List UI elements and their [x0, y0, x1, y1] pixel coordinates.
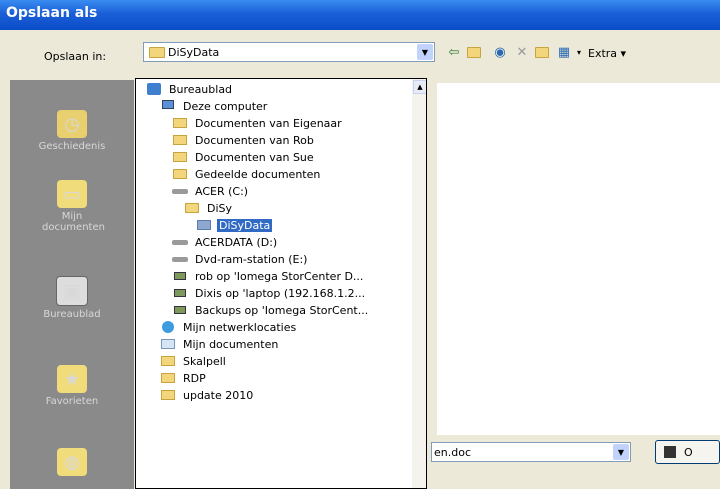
place-history[interactable]: ◷ Geschiedenis	[10, 110, 134, 152]
up-folder-icon[interactable]	[466, 44, 482, 60]
my-documents-icon: ▭	[57, 180, 87, 208]
item-label: Dixis op 'laptop (192.168.1.2...	[195, 286, 366, 300]
new-folder-icon[interactable]	[534, 44, 550, 60]
list-item[interactable]: Skalpell	[160, 353, 228, 369]
my-documents-icon	[160, 337, 176, 351]
place-network[interactable]: ◍	[10, 448, 134, 479]
item-label: Documenten van Eigenaar	[195, 116, 342, 130]
item-label: ACER (C:)	[195, 184, 249, 198]
folder-icon	[160, 388, 176, 402]
list-item[interactable]: Mijn netwerklocaties	[160, 319, 298, 335]
folder-icon	[196, 218, 212, 232]
extra-menu-label: Extra	[588, 47, 618, 60]
folder-icon	[172, 150, 188, 164]
chevron-down-icon[interactable]: ▼	[613, 444, 629, 460]
list-item[interactable]: Mijn documenten	[160, 336, 280, 352]
save-button[interactable]: O	[655, 440, 720, 464]
folder-icon	[160, 354, 176, 368]
history-icon: ◷	[57, 110, 87, 138]
item-label: update 2010	[183, 388, 254, 402]
back-icon[interactable]: ⇦	[446, 44, 462, 60]
filename-value: en.doc	[434, 446, 471, 459]
list-item[interactable]: ACER (C:)	[172, 183, 250, 199]
list-item[interactable]: Bureaublad	[146, 81, 234, 97]
network-places-icon	[160, 320, 176, 334]
item-label: Gedeelde documenten	[195, 167, 321, 181]
item-label: Mijn documenten	[183, 337, 279, 351]
floppy-disk-icon	[664, 446, 676, 458]
item-label: DiSy	[207, 201, 233, 215]
computer-icon	[160, 99, 176, 113]
list-item[interactable]: ACERDATA (D:)	[172, 234, 279, 250]
place-my-documents[interactable]: ▭ Mijn documenten	[10, 180, 134, 233]
desktop-icon	[146, 82, 162, 96]
item-label: Documenten van Rob	[195, 133, 314, 147]
places-bar: ◷ Geschiedenis ▭ Mijn documenten ▣ Burea…	[10, 80, 134, 489]
item-label: Documenten van Sue	[195, 150, 314, 164]
chevron-down-icon[interactable]: ▼	[417, 44, 433, 60]
place-favorites[interactable]: ★ Favorieten	[10, 365, 134, 407]
drive-icon	[172, 235, 188, 249]
delete-icon[interactable]: ✕	[514, 44, 530, 60]
list-item[interactable]: Gedeelde documenten	[172, 166, 322, 182]
place-label: Bureaublad	[43, 309, 101, 320]
save-button-label: O	[684, 446, 693, 459]
list-item[interactable]: Documenten van Sue	[172, 149, 316, 165]
item-label: Backups op 'Iomega StorCent...	[195, 303, 369, 317]
views-icon[interactable]: ▦	[556, 44, 572, 60]
views-dropdown-icon[interactable]: ▾	[571, 44, 587, 60]
item-label: rob op 'Iomega StorCenter D...	[195, 269, 364, 283]
save-in-combobox[interactable]: DiSyData ▼	[143, 42, 435, 62]
list-item[interactable]: Documenten van Eigenaar	[172, 115, 344, 131]
item-label: Skalpell	[183, 354, 226, 368]
list-item[interactable]: RDP	[160, 370, 208, 386]
search-web-icon[interactable]: ◉	[492, 44, 508, 60]
folder-icon	[184, 201, 200, 215]
item-label: Bureaublad	[169, 82, 233, 96]
place-label: Geschiedenis	[38, 141, 106, 152]
window-title: Opslaan als	[6, 5, 98, 21]
folder-icon	[172, 133, 188, 147]
desktop-icon: ▣	[56, 276, 88, 306]
place-desktop[interactable]: ▣ Bureaublad	[10, 276, 134, 320]
dropdown-scrollbar[interactable]: ▲	[412, 79, 426, 488]
item-label: Dvd-ram-station (E:)	[195, 252, 308, 266]
item-label: ACERDATA (D:)	[195, 235, 278, 249]
item-label: Mijn netwerklocaties	[183, 320, 297, 334]
title-bar: Opslaan als	[0, 0, 720, 30]
list-item[interactable]: Dvd-ram-station (E:)	[172, 251, 309, 267]
file-list-pane[interactable]	[437, 83, 720, 435]
favorites-icon: ★	[57, 365, 87, 393]
list-item[interactable]: update 2010	[160, 387, 255, 403]
list-item[interactable]: Deze computer	[160, 98, 269, 114]
place-label: Favorieten	[45, 396, 99, 407]
item-label: RDP	[183, 371, 206, 385]
list-item[interactable]: Backups op 'Iomega StorCent...	[172, 302, 370, 318]
save-in-dropdown-list[interactable]: Bureaublad Deze computer Documenten van …	[135, 78, 427, 489]
place-label: Mijn documenten	[42, 211, 105, 233]
folder-icon	[172, 116, 188, 130]
list-item[interactable]: rob op 'Iomega StorCenter D...	[172, 268, 365, 284]
network-drive-icon	[172, 286, 188, 300]
list-item[interactable]: Documenten van Rob	[172, 132, 316, 148]
item-label: DiSyData	[217, 218, 273, 232]
filename-combobox[interactable]: en.doc ▼	[431, 442, 631, 462]
drive-icon	[172, 184, 188, 198]
list-item-selected[interactable]: DiSyData	[196, 217, 273, 233]
folder-icon	[160, 371, 176, 385]
folder-icon	[172, 167, 188, 181]
network-icon: ◍	[57, 448, 87, 476]
folder-icon	[149, 47, 165, 58]
dvd-drive-icon	[172, 252, 188, 266]
network-drive-icon	[172, 269, 188, 283]
list-item[interactable]: Dixis op 'laptop (192.168.1.2...	[172, 285, 367, 301]
list-item[interactable]: DiSy	[184, 200, 234, 216]
network-drive-icon	[172, 303, 188, 317]
toolbar: ⇦ ◉ ✕ ▦ ▾ Extra ▾	[440, 42, 720, 64]
item-label: Deze computer	[183, 99, 268, 113]
save-in-label: Opslaan in:	[44, 50, 107, 63]
save-in-value: DiSyData	[168, 46, 220, 59]
extra-menu[interactable]: Extra ▾	[588, 47, 626, 60]
scroll-up-icon[interactable]: ▲	[413, 80, 426, 94]
